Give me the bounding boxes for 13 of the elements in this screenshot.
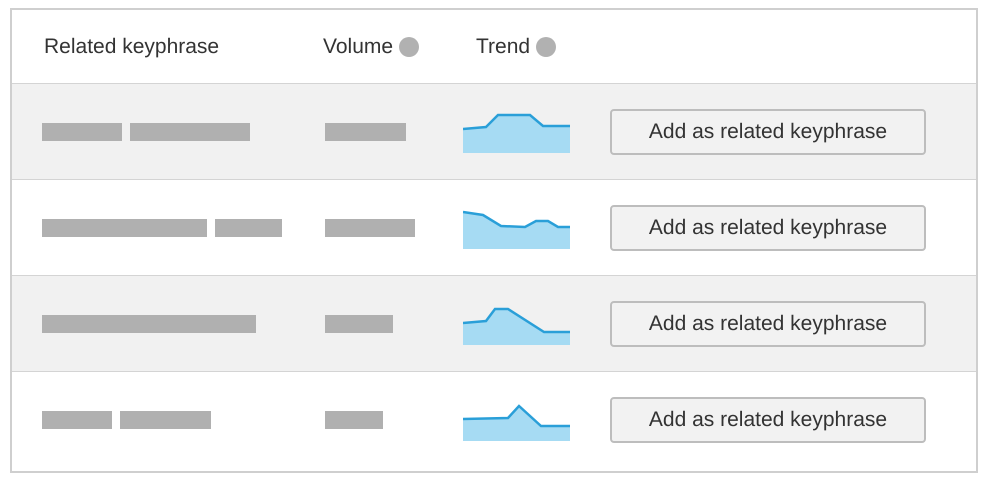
column-header: Related keyphrase [44,34,220,60]
add-keyphrase-button[interactable]: Add as related keyphrase [610,108,926,154]
column-header: Volume [323,34,394,60]
column-header: Trend [476,34,530,60]
placeholder-bar [325,411,383,429]
placeholder-bar [42,411,112,429]
placeholder-bar [215,218,282,236]
add-keyphrase-button[interactable]: Add as related keyphrase [610,300,926,346]
placeholder-bar [325,314,393,332]
add-keyphrase-button[interactable]: Add as related keyphrase [610,204,926,250]
info-icon[interactable] [536,36,556,56]
add-keyphrase-button[interactable]: Add as related keyphrase [610,397,926,443]
info-icon[interactable] [399,36,420,56]
